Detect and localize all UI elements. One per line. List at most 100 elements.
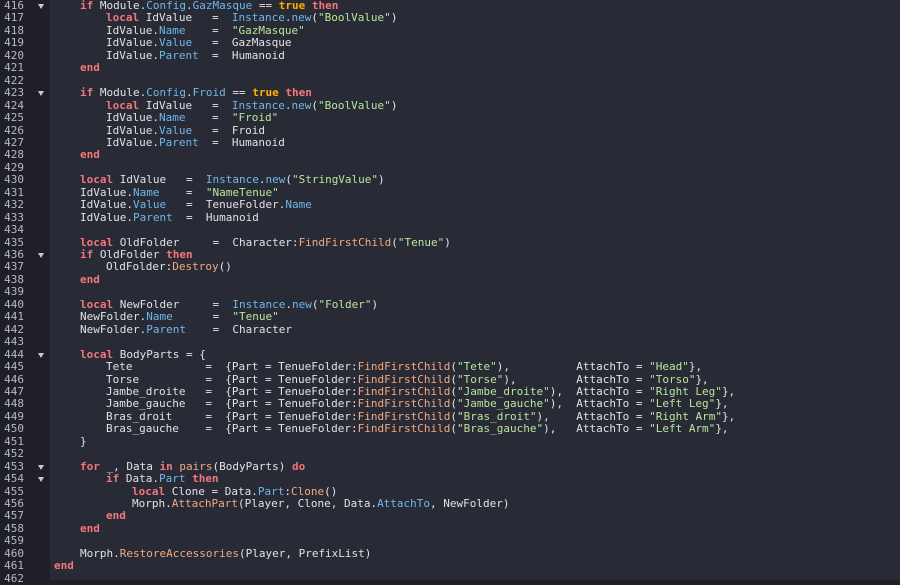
- chevron-down-icon[interactable]: [38, 477, 44, 483]
- function-token: FindFirstChild: [357, 372, 451, 386]
- string-token: "BoolValue": [317, 11, 391, 25]
- property-token: Value: [132, 198, 167, 212]
- code-line[interactable]: 442 NewFolder.Parent = Character: [0, 322, 900, 336]
- string-token: "Torse": [457, 372, 504, 386]
- property-token: Part: [257, 484, 285, 498]
- keyword-token: end: [80, 272, 100, 286]
- code-token: Jambe_gauche = {Part = TenueFolder:: [106, 397, 358, 411]
- code-token: (: [311, 98, 318, 112]
- code-token: (: [311, 11, 318, 25]
- property-token: Parent: [132, 210, 173, 224]
- property-token: Instance: [232, 297, 286, 311]
- code-token: IdValue.: [106, 135, 159, 149]
- code-token: NewFolder.: [80, 322, 147, 336]
- code-token: (Player, PrefixList): [238, 546, 372, 560]
- keyword-token: then: [311, 0, 339, 12]
- property-token: new: [291, 98, 312, 112]
- code-line[interactable]: 456 Morph.AttachPart(Player, Clone, Data.…: [0, 497, 900, 510]
- string-token: "GazMasque": [231, 23, 305, 37]
- code-token: = Humanoid: [198, 135, 285, 149]
- code-line[interactable]: 438 end: [0, 272, 900, 286]
- code-line[interactable]: 458 end: [0, 522, 900, 535]
- string-token: "Torso": [649, 372, 696, 386]
- keyword-token: if: [80, 248, 94, 261]
- code-token: NewFolder =: [113, 297, 233, 311]
- keyword-token: then: [192, 472, 219, 486]
- code-token: (): [324, 484, 338, 498]
- keyword-token: local: [132, 484, 166, 498]
- chevron-down-icon[interactable]: [38, 4, 44, 9]
- code-line[interactable]: 437 OldFolder:Destroy(): [0, 260, 900, 274]
- code-text: end: [80, 522, 100, 535]
- property-token: new: [291, 297, 312, 311]
- chevron-down-icon[interactable]: [38, 253, 44, 258]
- property-token: Config: [146, 0, 186, 12]
- function-token: Destroy: [172, 260, 219, 274]
- keyword-token: local: [80, 347, 114, 361]
- property-token: AttachTo: [377, 497, 431, 510]
- line-number: 445: [4, 360, 24, 374]
- property-token: Name: [146, 310, 173, 324]
- code-token: ), AttachTo =: [549, 397, 650, 411]
- code-token: IdValue.: [106, 123, 159, 137]
- code-line[interactable]: 451}: [0, 434, 900, 448]
- code-token: ==: [225, 86, 253, 100]
- code-line[interactable]: 421 end: [0, 61, 900, 74]
- property-token: Part: [159, 472, 186, 486]
- code-token: = Humanoid: [198, 48, 285, 62]
- code-token: }: [80, 434, 87, 448]
- property-token: new: [291, 11, 312, 25]
- line-number: 459: [4, 534, 24, 548]
- code-line[interactable]: 428 end: [0, 148, 900, 162]
- code-text: end: [106, 510, 126, 522]
- code-token: Clone = Data.: [165, 484, 258, 498]
- string-token: "Left Leg": [649, 397, 716, 411]
- code-token: Module.: [93, 86, 147, 100]
- string-token: "Right Arm": [649, 409, 722, 423]
- function-token: FindFirstChild: [357, 409, 451, 423]
- boolean-token: true: [278, 0, 306, 12]
- chevron-down-icon[interactable]: [38, 464, 44, 470]
- code-text: Morph.AttachPart(Player, Clone, Data.Att…: [132, 497, 510, 510]
- code-line[interactable]: 462: [0, 572, 900, 585]
- code-token: OldFolder = Character:: [113, 235, 299, 249]
- keyword-token: end: [54, 559, 74, 573]
- code-line[interactable]: 427 IdValue.Parent = Humanoid: [0, 135, 900, 149]
- string-token: "Jambe_droite": [457, 384, 550, 398]
- code-line[interactable]: 450 Bras_gauche = {Part = TenueFolder:Fin…: [0, 422, 900, 435]
- code-token: .: [185, 0, 193, 12]
- code-line[interactable]: 420 IdValue.Parent = Humanoid: [0, 48, 900, 62]
- code-text: IdValue.Parent = Humanoid: [106, 135, 285, 149]
- string-token: "Tenue": [232, 310, 279, 324]
- string-token: "Froid": [231, 111, 279, 125]
- property-token: Instance: [231, 98, 285, 112]
- code-token: BodyParts = {: [113, 347, 206, 361]
- line-number: 439: [4, 285, 24, 299]
- chevron-down-icon[interactable]: [38, 91, 44, 97]
- code-line[interactable]: 433 IdValue.Parent = Humanoid: [0, 210, 900, 224]
- line-number: 434: [4, 223, 24, 237]
- property-token: Name: [158, 111, 186, 125]
- string-token: "Right Leg": [649, 384, 722, 398]
- code-line[interactable]: 461 end: [0, 559, 900, 573]
- line-number: 428: [4, 148, 24, 162]
- keyword-token: for: [80, 459, 100, 473]
- code-token: .: [285, 297, 292, 311]
- code-token: Torse = {Part = TenueFolder:: [106, 372, 358, 386]
- string-token: "BoolValue": [317, 98, 391, 112]
- code-token: ): [378, 173, 385, 187]
- string-token: "Bras_droit": [457, 409, 537, 423]
- code-token: :: [284, 484, 291, 498]
- code-token: Morph.: [80, 546, 120, 560]
- code-editor[interactable]: 416 if Module.Config.GazMasque == true th…: [0, 0, 900, 585]
- keyword-token: end: [80, 148, 100, 162]
- code-token: },: [721, 384, 736, 398]
- code-line[interactable]: 460 Morph.RestoreAccessories(Player, Pref…: [0, 546, 900, 560]
- chevron-down-icon[interactable]: [38, 352, 44, 358]
- property-token: Name: [132, 185, 160, 199]
- code-token: (BodyParts): [212, 459, 292, 473]
- line-number: 454: [4, 472, 24, 486]
- code-line[interactable]: 457 end: [0, 509, 900, 522]
- keyword-token: if: [106, 472, 120, 486]
